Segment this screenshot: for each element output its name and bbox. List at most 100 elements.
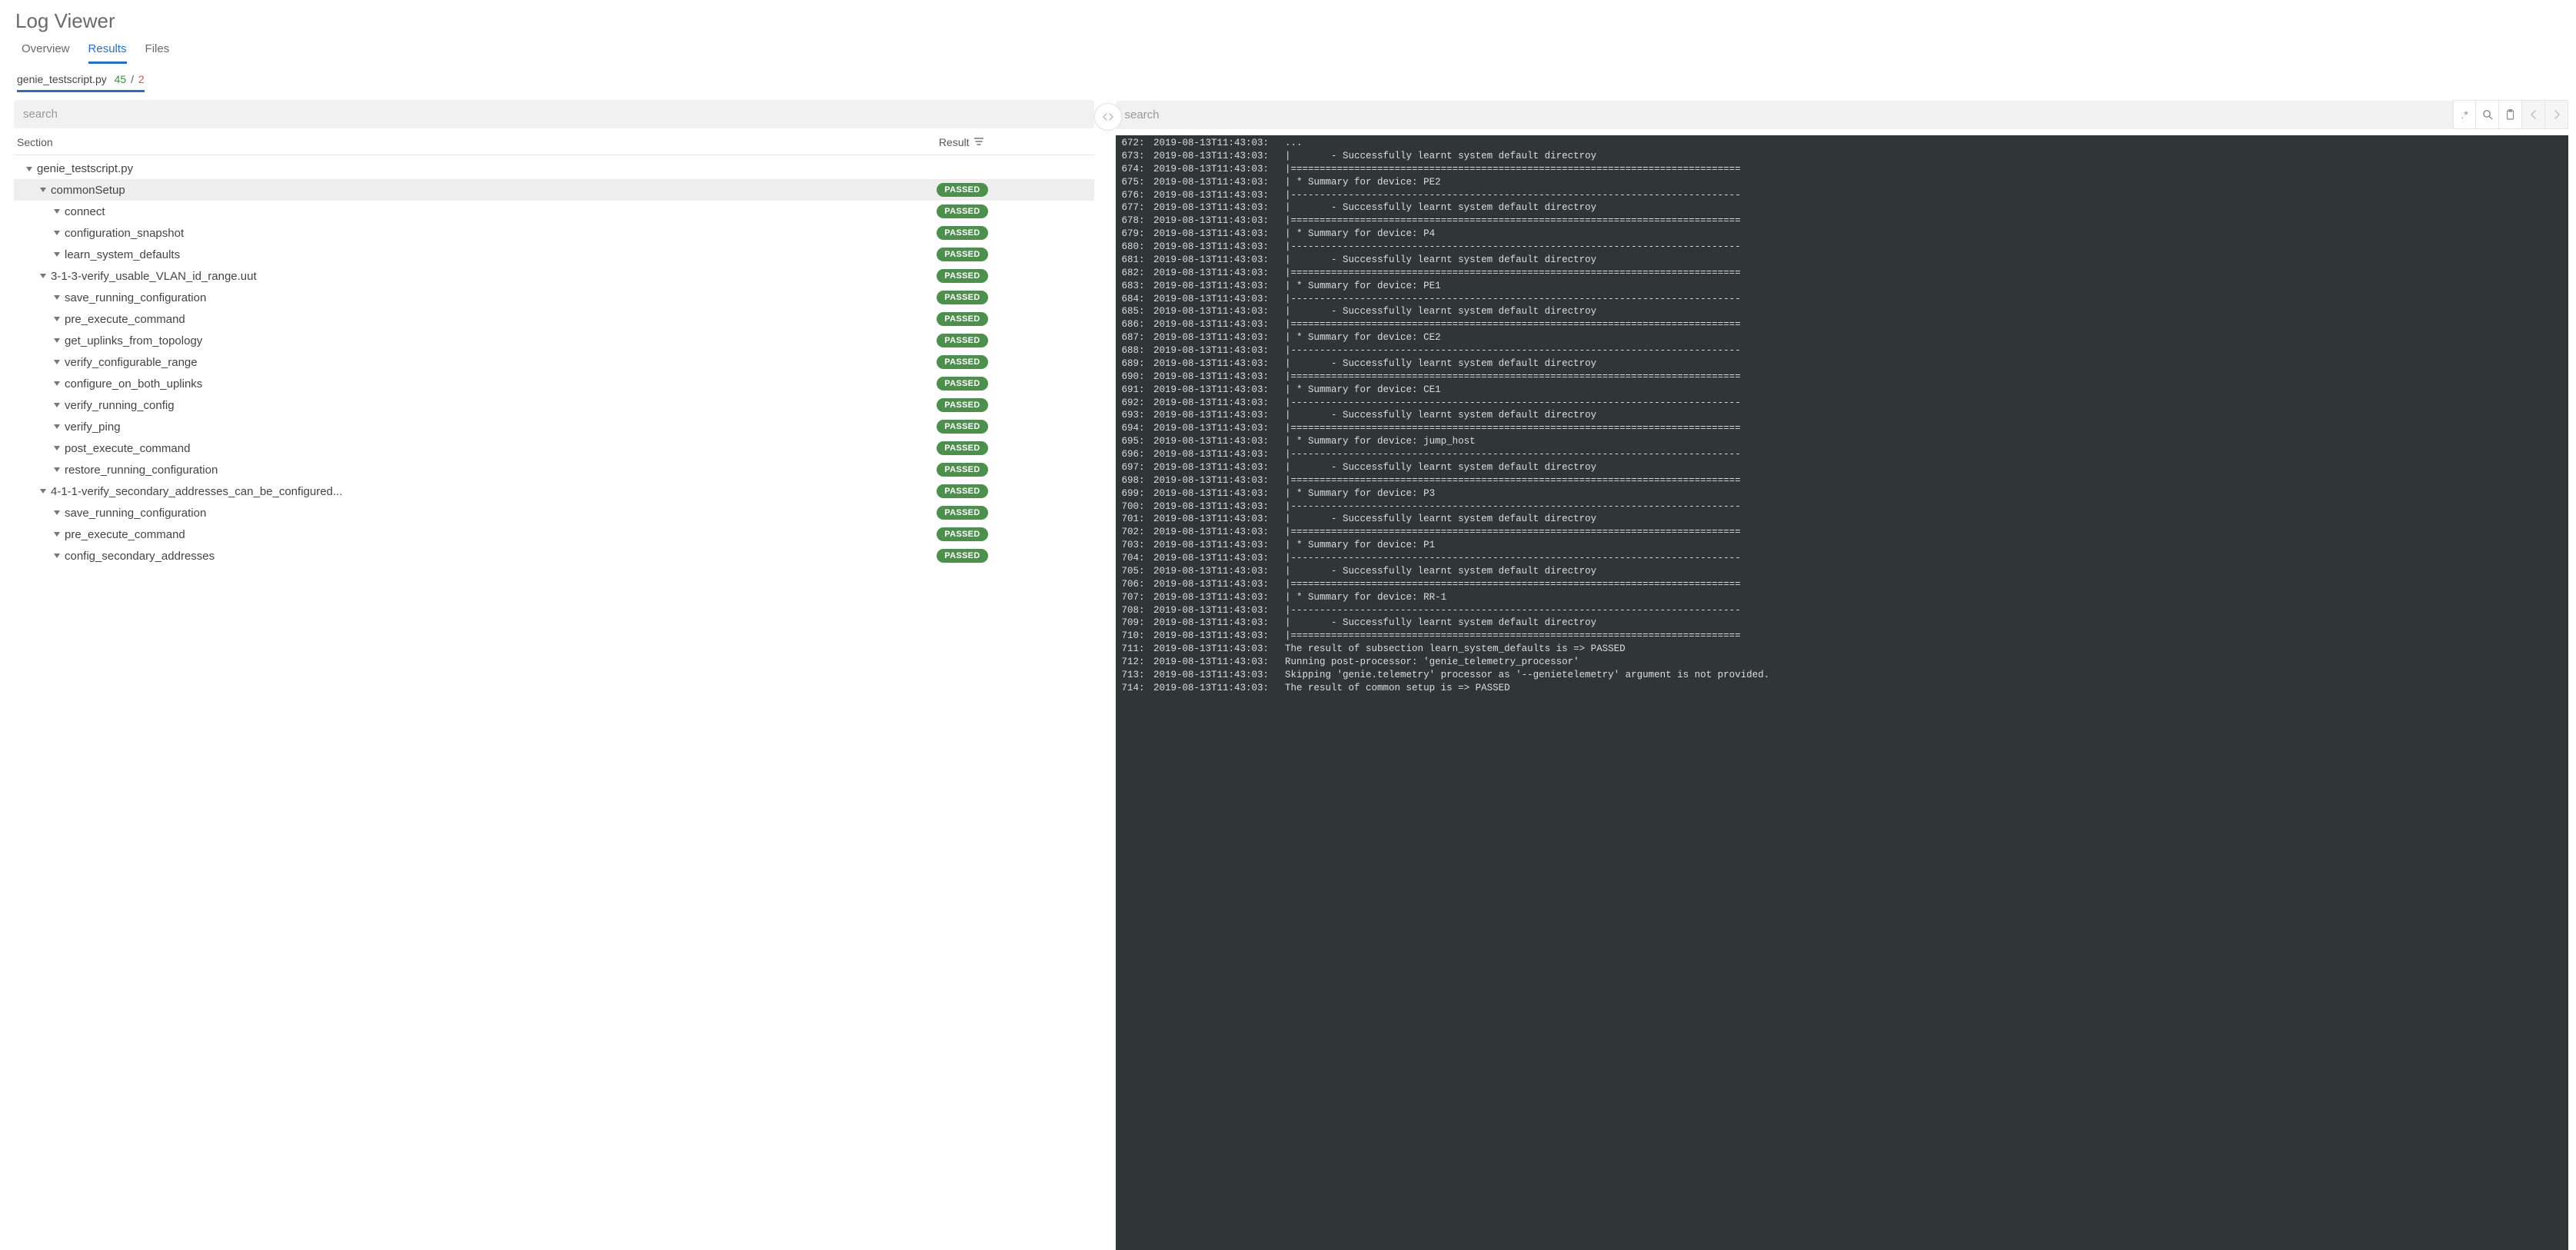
tree-row[interactable]: commonSetup PASSED <box>14 179 1094 201</box>
tree-row-label: pre_execute_command <box>65 313 185 326</box>
tree-row[interactable]: configure_on_both_uplinks PASSED <box>14 373 1094 394</box>
caret-icon <box>54 446 60 450</box>
tree-row-label: genie_testscript.py <box>37 162 133 175</box>
log-line: 695: 2019-08-13T11:43:03: | * Summary fo… <box>1116 435 2569 448</box>
status-badge: PASSED <box>937 484 987 498</box>
log-search-input[interactable] <box>1116 101 2454 129</box>
log-line: 694: 2019-08-13T11:43:03: |=============… <box>1116 422 2569 435</box>
log-line: 697: 2019-08-13T11:43:03: | - Successful… <box>1116 461 2569 474</box>
tree-row-label: pre_execute_command <box>65 528 185 541</box>
tree-row-label: 4-1-1-verify_secondary_addresses_can_be_… <box>51 485 342 498</box>
log-line: 699: 2019-08-13T11:43:03: | * Summary fo… <box>1116 487 2569 500</box>
tree-row[interactable]: genie_testscript.py <box>14 158 1094 179</box>
log-line: 689: 2019-08-13T11:43:03: | - Successful… <box>1116 357 2569 371</box>
log-line: 674: 2019-08-13T11:43:03: |=============… <box>1116 163 2569 176</box>
tree-row[interactable]: pre_execute_commandPASSED <box>14 308 1094 330</box>
log-line: 675: 2019-08-13T11:43:03: | * Summary fo… <box>1116 176 2569 189</box>
tree-row[interactable]: pre_execute_commandPASSED <box>14 524 1094 545</box>
log-line: 701: 2019-08-13T11:43:03: | - Successful… <box>1116 513 2569 526</box>
log-line: 704: 2019-08-13T11:43:03: |-------------… <box>1116 552 2569 565</box>
tree-row[interactable]: configuration_snapshotPASSED <box>14 222 1094 244</box>
tree-row[interactable]: verify_running_config PASSED <box>14 394 1094 416</box>
tree-row[interactable]: config_secondary_addressesPASSED <box>14 545 1094 567</box>
status-badge: PASSED <box>937 398 987 412</box>
tree-row[interactable]: post_execute_commandPASSED <box>14 437 1094 459</box>
regex-toggle[interactable]: .* <box>2453 100 2476 129</box>
log-line: 680: 2019-08-13T11:43:03: |-------------… <box>1116 241 2569 254</box>
pass-count: 45 <box>115 73 127 85</box>
section-search-input[interactable] <box>14 100 1094 128</box>
tree-row-label: restore_running_configuration <box>65 464 218 477</box>
tree-row[interactable]: save_running_configurationPASSED <box>14 502 1094 524</box>
log-line: 688: 2019-08-13T11:43:03: |-------------… <box>1116 344 2569 357</box>
status-badge: PASSED <box>937 506 987 520</box>
log-line: 711: 2019-08-13T11:43:03: The result of … <box>1116 643 2569 656</box>
tree-row[interactable]: verify_pingPASSED <box>14 416 1094 437</box>
log-line: 690: 2019-08-13T11:43:03: |=============… <box>1116 371 2569 384</box>
tree-row-label: verify_configurable_range <box>65 356 198 369</box>
log-line: 679: 2019-08-13T11:43:03: | * Summary fo… <box>1116 228 2569 241</box>
next-match-button[interactable] <box>2545 100 2568 129</box>
caret-icon <box>54 554 60 558</box>
status-badge: PASSED <box>937 183 987 197</box>
log-output[interactable]: 672: 2019-08-13T11:43:03: ...673: 2019-0… <box>1116 135 2569 1250</box>
tree-row-label: verify_running_config <box>65 399 175 412</box>
tree-row-label: commonSetup <box>51 184 125 197</box>
caret-icon <box>54 403 60 407</box>
log-line: 681: 2019-08-13T11:43:03: | - Successful… <box>1116 254 2569 267</box>
clipboard-icon[interactable] <box>2499 100 2522 129</box>
caret-icon <box>54 467 60 472</box>
section-tree: genie_testscript.py commonSetup PASSED conn… <box>14 155 1094 1250</box>
filter-icon[interactable] <box>974 137 983 148</box>
tree-row[interactable]: restore_running_configuration PASSED <box>14 459 1094 480</box>
log-line: 705: 2019-08-13T11:43:03: | - Successful… <box>1116 565 2569 578</box>
tree-row[interactable]: connectPASSED <box>14 201 1094 222</box>
tab-overview[interactable]: Overview <box>22 38 70 64</box>
log-line: 714: 2019-08-13T11:43:03: The result of … <box>1116 682 2569 695</box>
pane-divider-handle[interactable] <box>1094 103 1122 131</box>
caret-icon <box>54 209 60 214</box>
status-badge: PASSED <box>937 248 987 261</box>
tree-row[interactable]: learn_system_defaults PASSED <box>14 244 1094 265</box>
prev-match-button[interactable] <box>2522 100 2545 129</box>
tree-row[interactable]: 4-1-1-verify_secondary_addresses_can_be_… <box>14 480 1094 502</box>
search-icon[interactable] <box>2476 100 2499 129</box>
tree-row-label: configuration_snapshot <box>65 227 184 240</box>
tab-results[interactable]: Results <box>88 38 127 64</box>
caret-icon <box>40 188 46 192</box>
log-line: 710: 2019-08-13T11:43:03: |=============… <box>1116 630 2569 643</box>
tree-row-label: 3-1-3-verify_usable_VLAN_id_range.uut <box>51 270 257 283</box>
page-title: Log Viewer <box>0 0 2576 38</box>
caret-icon <box>54 424 60 429</box>
caret-icon <box>54 510 60 515</box>
log-line: 686: 2019-08-13T11:43:03: |=============… <box>1116 318 2569 331</box>
tree-row-label: configure_on_both_uplinks <box>65 377 202 391</box>
status-badge: PASSED <box>937 355 987 369</box>
log-line: 672: 2019-08-13T11:43:03: ... <box>1116 137 2569 150</box>
status-badge: PASSED <box>937 441 987 455</box>
log-line: 696: 2019-08-13T11:43:03: |-------------… <box>1116 448 2569 461</box>
log-line: 702: 2019-08-13T11:43:03: |=============… <box>1116 526 2569 539</box>
subtab-script[interactable]: genie_testscript.py 45 / 2 <box>17 68 145 92</box>
status-badge: PASSED <box>937 377 987 391</box>
caret-icon <box>54 338 60 343</box>
tree-row[interactable]: get_uplinks_from_topologyPASSED <box>14 330 1094 351</box>
caret-icon <box>54 295 60 300</box>
status-badge: PASSED <box>937 463 987 477</box>
tree-row-label: connect <box>65 205 105 218</box>
tree-row[interactable]: verify_configurable_range PASSED <box>14 351 1094 373</box>
log-line: 687: 2019-08-13T11:43:03: | * Summary fo… <box>1116 331 2569 344</box>
log-line: 683: 2019-08-13T11:43:03: | * Summary fo… <box>1116 280 2569 293</box>
caret-icon <box>54 381 60 386</box>
tree-row[interactable]: save_running_configurationPASSED <box>14 287 1094 308</box>
tree-row[interactable]: 3-1-3-verify_usable_VLAN_id_range.uutPAS… <box>14 265 1094 287</box>
log-line: 713: 2019-08-13T11:43:03: Skipping 'geni… <box>1116 669 2569 682</box>
log-line: 700: 2019-08-13T11:43:03: |-------------… <box>1116 500 2569 514</box>
log-line: 709: 2019-08-13T11:43:03: | - Successful… <box>1116 617 2569 630</box>
tree-row-label: save_running_configuration <box>65 291 206 304</box>
fail-count: 2 <box>138 73 145 85</box>
tab-files[interactable]: Files <box>145 38 170 64</box>
status-badge: PASSED <box>937 420 987 434</box>
status-badge: PASSED <box>937 334 987 347</box>
tree-row-label: learn_system_defaults <box>65 248 180 261</box>
